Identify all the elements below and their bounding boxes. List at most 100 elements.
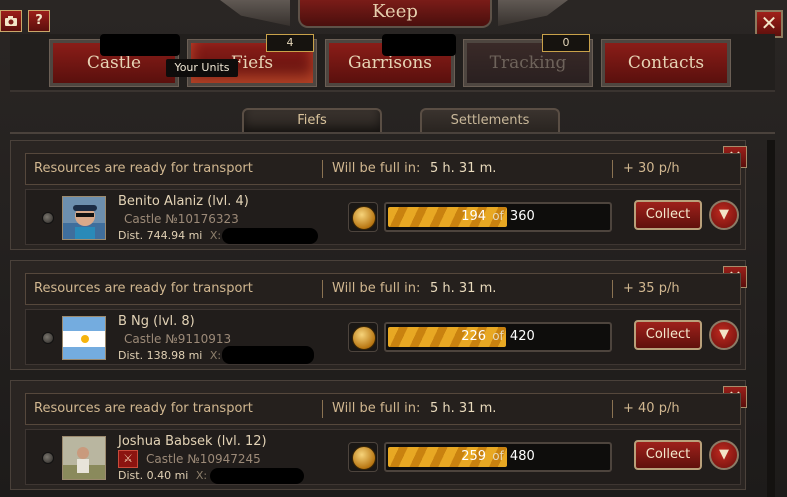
divider (10, 132, 775, 134)
redacted-region (222, 228, 318, 244)
status-dot-icon[interactable] (42, 452, 54, 464)
resource-capacity: 360 (509, 209, 535, 224)
fief-status-header: Resources are ready for transport Will b… (25, 273, 741, 305)
distance-value: 744.94 mi (146, 229, 203, 242)
fief-details: Joshua Babsek (lvl. 12) ⚔ Castle №109472… (25, 429, 741, 485)
subtab-fiefs[interactable]: Fiefs (242, 108, 382, 134)
coordinates-label: X: (209, 229, 222, 242)
distance-value: 0.40 mi (146, 469, 189, 482)
player-avatar[interactable] (62, 316, 106, 360)
full-in-label: Will be full in: (332, 281, 421, 296)
tab-contacts-label: Contacts (627, 53, 705, 73)
title-wing-right (498, 0, 568, 26)
subtab-settlements[interactable]: Settlements (420, 108, 560, 134)
castle-id: Castle №10176323 (124, 212, 239, 226)
tooltip: Your Units (166, 59, 238, 77)
status-dot-icon[interactable] (42, 212, 54, 224)
full-in-value: 5 h. 31 m. (430, 161, 497, 176)
full-in-value: 5 h. 31 m. (430, 401, 497, 416)
resource-progress-bar: 259 of 480 (384, 442, 612, 472)
main-tab-bar: Castle Fiefs Garrisons Tracking Contacts… (10, 34, 775, 92)
production-rate: + 40 p/h (623, 401, 680, 416)
player-name[interactable]: Benito Alaniz (lvl. 4) (118, 194, 249, 209)
tab-tracking-label: Tracking (489, 53, 567, 73)
of-label: of (492, 329, 504, 343)
list-scrollbar[interactable] (767, 140, 775, 497)
of-label: of (492, 209, 504, 223)
player-name[interactable]: Joshua Babsek (lvl. 12) (118, 434, 267, 449)
fief-list: ✕ Resources are ready for transport Will… (10, 140, 765, 497)
player-name[interactable]: B Ng (lvl. 8) (118, 314, 195, 329)
coordinates-label: X: (209, 349, 222, 362)
fief-card: ✕ Resources are ready for transport Will… (10, 380, 747, 490)
fief-card: ✕ Resources are ready for transport Will… (10, 140, 747, 250)
fief-card: ✕ Resources are ready for transport Will… (10, 260, 747, 370)
distance: Dist. 0.40 mi X: (118, 469, 207, 482)
chevron-down-icon[interactable]: ▼ (709, 440, 739, 470)
fief-details: Benito Alaniz (lvl. 4) Castle №10176323 … (25, 189, 741, 245)
of-label: of (492, 449, 504, 463)
player-avatar[interactable] (62, 196, 106, 240)
redacted-region (222, 346, 314, 364)
divider (612, 280, 613, 298)
resource-progress-bar: 226 of 420 (384, 322, 612, 352)
fiefs-count-badge: 4 (266, 34, 314, 52)
fief-status-header: Resources are ready for transport Will b… (25, 153, 741, 185)
tab-castle-label: Castle (86, 53, 142, 73)
crossed-swords-icon: ⚔ (118, 450, 138, 468)
chevron-down-icon[interactable]: ▼ (709, 320, 739, 350)
gold-coin-icon (348, 322, 378, 352)
tab-garrisons-label: Garrisons (347, 53, 433, 73)
resource-amount: 226 of 420 (386, 329, 610, 344)
castle-id: Castle №10947245 (146, 452, 261, 466)
keep-window: Keep ? ✕ Castle Fiefs Garrisons Tracking… (0, 0, 787, 497)
status-dot-icon[interactable] (42, 332, 54, 344)
distance-value: 138.98 mi (146, 349, 203, 362)
redacted-region (382, 34, 456, 56)
tab-contacts[interactable]: Contacts (601, 39, 731, 87)
resource-progress-bar: 194 of 360 (384, 202, 612, 232)
tracking-count-badge: 0 (542, 34, 590, 52)
redacted-region (210, 468, 304, 484)
resource-capacity: 420 (509, 329, 535, 344)
divider (322, 400, 323, 418)
player-avatar[interactable] (62, 436, 106, 480)
collect-button[interactable]: Collect (634, 440, 702, 470)
divider (612, 400, 613, 418)
production-rate: + 30 p/h (623, 161, 680, 176)
fief-details: B Ng (lvl. 8) Castle №9110913 Dist. 138.… (25, 309, 741, 365)
distance: Dist. 744.94 mi X: (118, 229, 221, 242)
collect-button[interactable]: Collect (634, 200, 702, 230)
resource-current: 194 (461, 209, 487, 224)
camera-icon[interactable] (0, 10, 22, 32)
full-in-label: Will be full in: (332, 401, 421, 416)
divider (322, 280, 323, 298)
distance: Dist. 138.98 mi X: (118, 349, 221, 362)
divider (612, 160, 613, 178)
fief-status-header: Resources are ready for transport Will b… (25, 393, 741, 425)
full-in-value: 5 h. 31 m. (430, 281, 497, 296)
collect-button[interactable]: Collect (634, 320, 702, 350)
gold-coin-icon (348, 202, 378, 232)
redacted-region (100, 34, 180, 56)
resource-current: 226 (461, 329, 487, 344)
resource-amount: 259 of 480 (386, 449, 610, 464)
distance-label: Dist. (118, 469, 144, 482)
ready-text: Resources are ready for transport (34, 161, 253, 176)
ready-text: Resources are ready for transport (34, 401, 253, 416)
resource-amount: 194 of 360 (386, 209, 610, 224)
help-button[interactable]: ? (28, 10, 50, 32)
production-rate: + 35 p/h (623, 281, 680, 296)
divider (322, 160, 323, 178)
coordinates-label: X: (195, 469, 208, 482)
gold-coin-icon (348, 442, 378, 472)
distance-label: Dist. (118, 349, 144, 362)
distance-label: Dist. (118, 229, 144, 242)
castle-id: Castle №9110913 (124, 332, 232, 346)
resource-capacity: 480 (509, 449, 535, 464)
resource-current: 259 (461, 449, 487, 464)
full-in-label: Will be full in: (332, 161, 421, 176)
ready-text: Resources are ready for transport (34, 281, 253, 296)
chevron-down-icon[interactable]: ▼ (709, 200, 739, 230)
window-title: Keep (298, 0, 492, 28)
